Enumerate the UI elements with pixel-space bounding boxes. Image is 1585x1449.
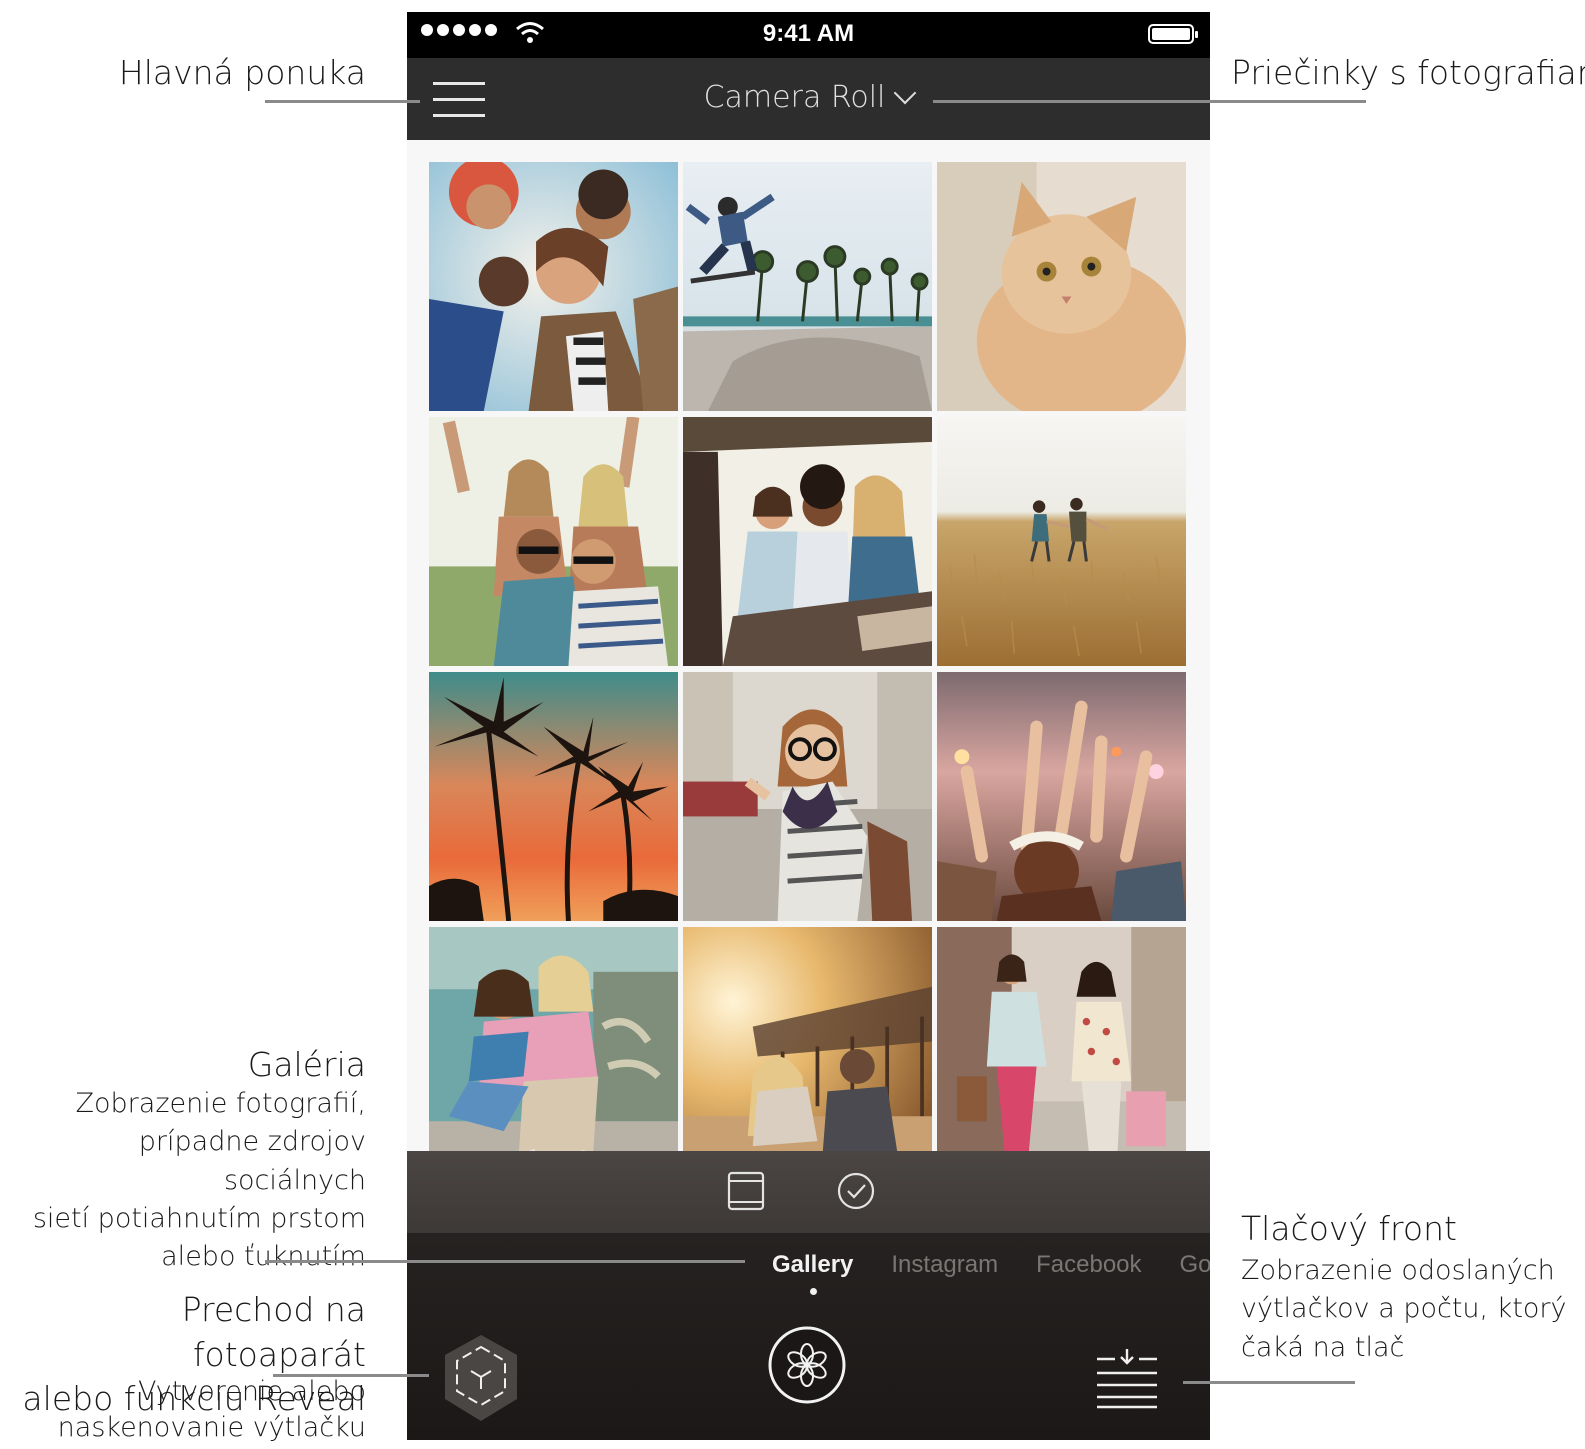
photo-thumbnail[interactable]: [683, 162, 932, 411]
annotation-queue-line: výtlačkov a počtu, ktorý: [1241, 1293, 1567, 1325]
annotation-queue-line: čaká na tlač: [1241, 1331, 1405, 1363]
annotation-camera-line: Vytvorenie alebo: [137, 1376, 366, 1407]
annotation-camera-line: Prechod na fotoaparát: [181, 1290, 366, 1374]
tab-facebook[interactable]: Facebook: [1036, 1251, 1141, 1279]
tab-instagram[interactable]: Instagram: [891, 1251, 998, 1279]
battery-icon: [1148, 24, 1198, 44]
photo-thumbnail[interactable]: [683, 672, 932, 921]
annotation-queue-line: Zobrazenie odoslaných: [1241, 1255, 1555, 1286]
selection-toolbar: [407, 1151, 1210, 1233]
annotation-gallery-line: alebo ťuknutím: [161, 1241, 366, 1273]
annotation-photo-folders: Priečinky s fotografiami: [1231, 53, 1585, 92]
tab-gallery[interactable]: Gallery: [772, 1251, 853, 1295]
annotation-gallery-title: Galéria: [247, 1045, 366, 1084]
chevron-down-icon: [894, 81, 917, 105]
annotation-gallery-line: Zobrazenie fotografií,: [75, 1088, 366, 1119]
leader-line-menu: [265, 100, 420, 103]
photo-thumbnail[interactable]: [937, 927, 1186, 1176]
leader-line-queue: [1183, 1381, 1355, 1384]
photo-thumbnail[interactable]: [937, 672, 1186, 921]
annotation-gallery-line: prípadne zdrojov sociálnych: [138, 1126, 366, 1196]
phone-screen: 9:41 AM Camera Roll Gallery Instagram Fa…: [407, 12, 1210, 1440]
photo-grid: [429, 162, 1189, 1176]
annotation-camera-line: naskenovanie výtlačku: [57, 1412, 366, 1444]
photo-thumbnail[interactable]: [429, 672, 678, 921]
select-check-icon[interactable]: [836, 1171, 876, 1211]
annotation-queue-title: Tlačový front: [1241, 1209, 1457, 1248]
single-photo-view-icon[interactable]: [726, 1171, 766, 1211]
photo-thumbnail[interactable]: [937, 417, 1186, 666]
photo-thumbnail[interactable]: [429, 927, 678, 1176]
top-nav-bar: Camera Roll: [407, 58, 1210, 140]
photo-thumbnail[interactable]: [429, 417, 678, 666]
camera-reveal-button[interactable]: [441, 1333, 521, 1423]
status-bar: 9:41 AM: [407, 12, 1210, 58]
bottom-panel: Gallery Instagram Facebook Google: [407, 1233, 1210, 1440]
tab-google[interactable]: Google: [1180, 1251, 1210, 1279]
leader-line-gallery: [265, 1260, 745, 1263]
photo-folder-dropdown[interactable]: Camera Roll: [407, 80, 1210, 115]
folder-label: Camera Roll: [703, 80, 886, 115]
annotation-camera-desc: Vytvorenie alebo naskenovanie výtlačku: [0, 1374, 366, 1447]
annotation-gallery-line: sietí potiahnutím prstom: [32, 1202, 366, 1234]
print-queue-button[interactable]: [1095, 1349, 1159, 1409]
annotation-gallery-desc: Zobrazenie fotografií, prípadne zdrojov …: [0, 1085, 366, 1277]
photo-thumbnail[interactable]: [429, 162, 678, 411]
leader-line-camera: [273, 1374, 429, 1377]
photo-thumbnail[interactable]: [683, 927, 932, 1176]
annotation-main-menu: Hlavná ponuka: [118, 53, 366, 92]
print-button[interactable]: [767, 1325, 847, 1405]
leader-line-folders: [933, 100, 1366, 103]
status-time: 9:41 AM: [762, 20, 855, 47]
annotation-queue-desc: Zobrazenie odoslaných výtlačkov a počtu,…: [1241, 1252, 1581, 1367]
source-tabs: Gallery Instagram Facebook Google: [772, 1251, 1210, 1295]
photo-thumbnail[interactable]: [937, 162, 1186, 411]
photo-thumbnail[interactable]: [683, 417, 932, 666]
